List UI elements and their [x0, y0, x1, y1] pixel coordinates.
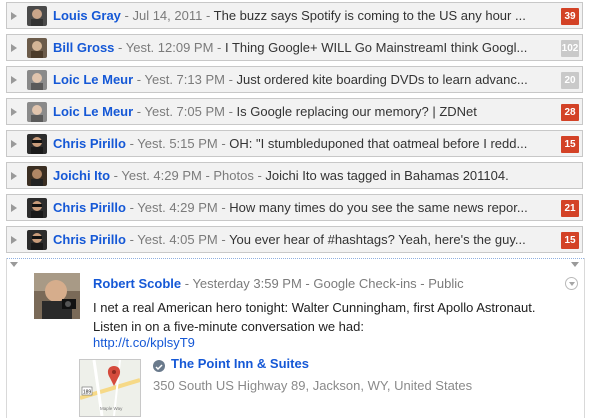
triangle-right-icon: [11, 44, 17, 52]
post-link[interactable]: http://t.co/kplsyT9: [93, 335, 195, 350]
post-snippet[interactable]: Joichi Ito was tagged in Bahamas 201104.: [265, 168, 508, 183]
triangle-right-icon: [11, 12, 17, 20]
comment-count-badge[interactable]: 15: [561, 136, 579, 153]
post-header: Robert Scoble - Yesterday 3:59 PM - Goog…: [93, 276, 464, 291]
author-name[interactable]: Chris Pirillo: [53, 136, 126, 151]
post-meta: - Yesterday 3:59 PM - Google Check-ins -…: [181, 276, 464, 291]
triangle-down-icon[interactable]: [571, 262, 579, 267]
expand-handle[interactable]: [7, 195, 22, 220]
triangle-right-icon: [11, 108, 17, 116]
comment-count-badge[interactable]: 20: [561, 72, 579, 89]
avatar[interactable]: [27, 134, 47, 154]
post-meta: - Jul 14, 2011 -: [120, 8, 214, 23]
expand-handle[interactable]: [7, 35, 22, 60]
row-text: Loic Le Meur - Yest. 7:13 PM - Just orde…: [53, 67, 554, 93]
avatar[interactable]: [27, 166, 47, 186]
feed-row[interactable]: Chris Pirillo - Yest. 5:15 PM - OH: "I s…: [6, 130, 583, 157]
triangle-right-icon: [11, 204, 17, 212]
post-meta: - Yest. 7:13 PM -: [133, 72, 237, 87]
comment-count-badge[interactable]: 15: [561, 232, 579, 249]
expand-handle[interactable]: [7, 227, 22, 252]
feed-row[interactable]: Louis Gray - Jul 14, 2011 - The buzz say…: [6, 2, 583, 29]
post-snippet[interactable]: I Thing Google+ WILL Go MainstreamI thin…: [225, 40, 527, 55]
author-name[interactable]: Louis Gray: [53, 8, 121, 23]
feed-row[interactable]: Loic Le Meur - Yest. 7:13 PM - Just orde…: [6, 66, 583, 93]
map-thumbnail[interactable]: 189 Maple Way: [79, 359, 141, 417]
avatar[interactable]: [27, 230, 47, 250]
post-snippet[interactable]: Is Google replacing our memory? | ZDNet: [237, 104, 477, 119]
triangle-right-icon: [11, 236, 17, 244]
post-meta: - Yest. 4:29 PM -: [125, 200, 230, 215]
checkin-icon: [153, 360, 165, 372]
post-meta: - Yest. 7:05 PM -: [133, 104, 237, 119]
expand-handle[interactable]: [7, 3, 22, 28]
post-snippet[interactable]: You ever hear of #hashtags? Yeah, here's…: [229, 232, 526, 247]
comment-count-badge[interactable]: 102: [561, 40, 579, 57]
row-text: Chris Pirillo - Yest. 4:29 PM - How many…: [53, 195, 554, 221]
triangle-right-icon: [11, 140, 17, 148]
post-meta: - Yest. 4:29 PM - Photos -: [110, 168, 266, 183]
author-name[interactable]: Bill Gross: [53, 40, 114, 55]
author-name[interactable]: Loic Le Meur: [53, 72, 133, 87]
post-snippet[interactable]: OH: "I stumbleduponed that oatmeal befor…: [229, 136, 527, 151]
place-address: 350 South US Highway 89, Jackson, WY, Un…: [153, 378, 473, 393]
triangle-down-icon[interactable]: [10, 262, 18, 267]
feed-row[interactable]: Loic Le Meur - Yest. 7:05 PM - Is Google…: [6, 98, 583, 125]
post-snippet[interactable]: Just ordered kite boarding DVDs to learn…: [237, 72, 528, 87]
avatar[interactable]: [27, 70, 47, 90]
avatar[interactable]: [27, 198, 47, 218]
avatar[interactable]: [27, 6, 47, 26]
triangle-right-icon: [11, 172, 17, 180]
comment-count-badge[interactable]: 28: [561, 104, 579, 121]
feed-row[interactable]: Joichi Ito - Yest. 4:29 PM - Photos - Jo…: [6, 162, 583, 189]
feed-row[interactable]: Bill Gross - Yest. 12:09 PM - I Thing Go…: [6, 34, 583, 61]
row-text: Chris Pirillo - Yest. 4:05 PM - You ever…: [53, 227, 554, 253]
post-snippet[interactable]: The buzz says Spotify is coming to the U…: [214, 8, 526, 23]
author-name[interactable]: Robert Scoble: [93, 276, 181, 291]
avatar[interactable]: [34, 273, 80, 319]
collapse-bar[interactable]: [7, 258, 584, 269]
expand-handle[interactable]: [7, 163, 22, 188]
author-name[interactable]: Chris Pirillo: [53, 232, 126, 247]
map-label: Maple Way: [100, 406, 123, 411]
row-text: Chris Pirillo - Yest. 5:15 PM - OH: "I s…: [53, 131, 554, 157]
map-shield: 189: [83, 390, 92, 396]
expand-handle[interactable]: [7, 99, 22, 124]
triangle-right-icon: [11, 76, 17, 84]
expand-handle[interactable]: [7, 67, 22, 92]
avatar[interactable]: [27, 38, 47, 58]
row-text: Joichi Ito - Yest. 4:29 PM - Photos - Jo…: [53, 163, 554, 189]
expanded-post: Robert Scoble - Yesterday 3:59 PM - Goog…: [6, 258, 585, 418]
post-meta: - Yest. 4:05 PM -: [125, 232, 230, 247]
chevron-down-circle-icon[interactable]: [565, 277, 578, 290]
post-meta: - Yest. 12:09 PM -: [114, 40, 225, 55]
row-text: Loic Le Meur - Yest. 7:05 PM - Is Google…: [53, 99, 554, 125]
post-body: I net a real American hero tonight: Walt…: [93, 300, 536, 334]
post-meta: - Yest. 5:15 PM -: [125, 136, 230, 151]
feed-row[interactable]: Chris Pirillo - Yest. 4:29 PM - How many…: [6, 194, 583, 221]
expand-handle[interactable]: [7, 131, 22, 156]
row-text: Bill Gross - Yest. 12:09 PM - I Thing Go…: [53, 35, 554, 61]
comment-count-badge[interactable]: 21: [561, 200, 579, 217]
avatar[interactable]: [27, 102, 47, 122]
feed-row[interactable]: Chris Pirillo - Yest. 4:05 PM - You ever…: [6, 226, 583, 253]
author-name[interactable]: Chris Pirillo: [53, 200, 126, 215]
row-text: Louis Gray - Jul 14, 2011 - The buzz say…: [53, 3, 554, 29]
author-name[interactable]: Joichi Ito: [53, 168, 110, 183]
author-name[interactable]: Loic Le Meur: [53, 104, 133, 119]
post-snippet[interactable]: How many times do you see the same news …: [229, 200, 527, 215]
place-name[interactable]: The Point Inn & Suites: [171, 356, 309, 371]
comment-count-badge[interactable]: 39: [561, 8, 579, 25]
